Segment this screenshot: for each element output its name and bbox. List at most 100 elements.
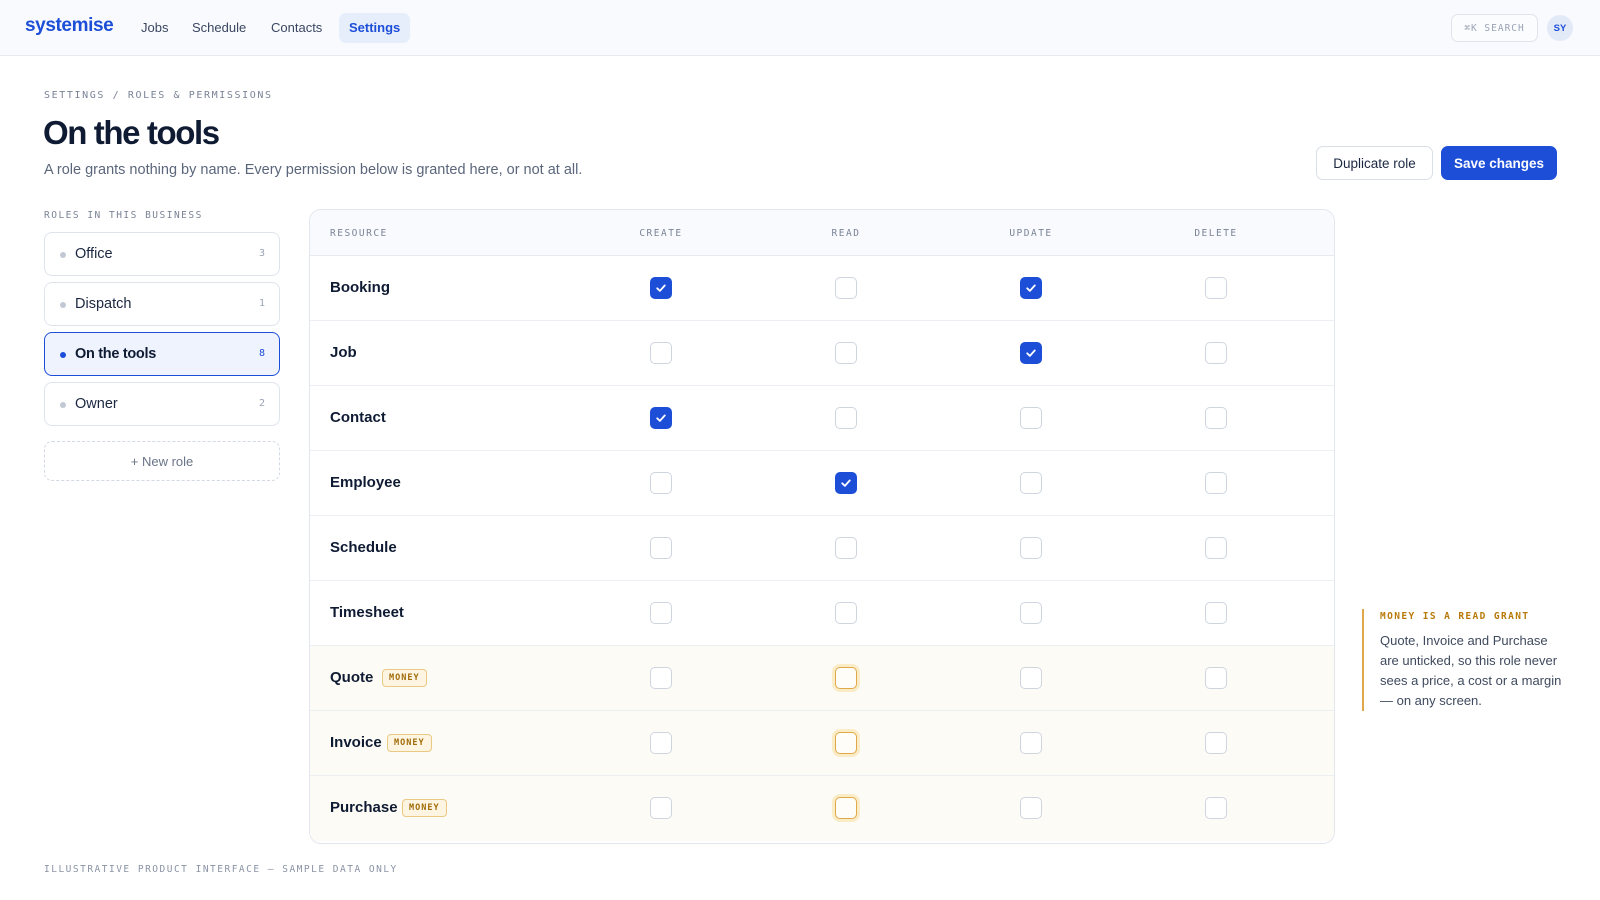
update-checkbox[interactable] xyxy=(1020,342,1042,364)
column-header-update: UPDATE xyxy=(1009,228,1053,239)
resource-name: Contact xyxy=(330,409,386,426)
delete-checkbox[interactable] xyxy=(1205,732,1227,754)
read-checkbox[interactable] xyxy=(835,472,857,494)
nav-item-contacts[interactable]: Contacts xyxy=(261,13,332,43)
resource-name: Employee xyxy=(330,474,401,491)
role-item-office[interactable]: Office 3 xyxy=(44,232,280,276)
read-checkbox[interactable] xyxy=(835,667,857,689)
create-checkbox[interactable] xyxy=(650,407,672,429)
avatar[interactable]: SY xyxy=(1547,15,1573,41)
money-badge: MONEY xyxy=(382,669,427,687)
read-checkbox[interactable] xyxy=(835,732,857,754)
role-name: Owner xyxy=(75,396,118,412)
role-member-count: 8 xyxy=(258,348,265,359)
roles-section-label: ROLES IN THIS BUSINESS xyxy=(44,210,203,221)
table-row: Employee xyxy=(310,451,1334,516)
create-checkbox[interactable] xyxy=(650,342,672,364)
create-checkbox[interactable] xyxy=(650,732,672,754)
create-checkbox[interactable] xyxy=(650,797,672,819)
table-row: Job xyxy=(310,321,1334,386)
create-checkbox[interactable] xyxy=(650,277,672,299)
money-callout: MONEY IS A READ GRANT Quote, Invoice and… xyxy=(1362,609,1562,711)
role-item-on-the-tools[interactable]: On the tools 8 xyxy=(44,332,280,376)
resource-name: Job xyxy=(330,344,357,361)
duplicate-role-button[interactable]: Duplicate role xyxy=(1316,146,1433,180)
table-row: Timesheet xyxy=(310,581,1334,646)
role-dot-icon xyxy=(60,252,66,258)
resource-name: Quote xyxy=(330,669,374,686)
resource-name: Purchase xyxy=(330,799,398,816)
page-subtitle: A role grants nothing by name. Every per… xyxy=(44,162,583,178)
role-dot-icon xyxy=(60,402,66,408)
read-checkbox[interactable] xyxy=(835,342,857,364)
role-dot-icon xyxy=(60,352,66,358)
read-checkbox[interactable] xyxy=(835,407,857,429)
role-item-dispatch[interactable]: Dispatch 1 xyxy=(44,282,280,326)
delete-checkbox[interactable] xyxy=(1205,277,1227,299)
check-icon xyxy=(1025,282,1037,294)
resource-name: Invoice xyxy=(330,734,382,751)
check-icon xyxy=(840,477,852,489)
callout-title: MONEY IS A READ GRANT xyxy=(1380,611,1530,622)
nav-item-schedule[interactable]: Schedule xyxy=(182,13,256,43)
role-member-count: 2 xyxy=(258,398,265,409)
create-checkbox[interactable] xyxy=(650,537,672,559)
role-member-count: 3 xyxy=(258,248,265,259)
role-dot-icon xyxy=(60,302,66,308)
delete-checkbox[interactable] xyxy=(1205,472,1227,494)
permissions-table: RESOURCE CREATE READ UPDATE DELETE Booki… xyxy=(309,209,1335,844)
breadcrumb: SETTINGS / ROLES & PERMISSIONS xyxy=(44,90,273,101)
delete-checkbox[interactable] xyxy=(1205,342,1227,364)
nav-item-settings[interactable]: Settings xyxy=(339,13,411,43)
brand-logo[interactable]: systemise xyxy=(25,15,114,37)
table-row: Invoice MONEY xyxy=(310,711,1334,776)
page-title: On the tools xyxy=(43,114,220,151)
create-checkbox[interactable] xyxy=(650,667,672,689)
resource-name: Booking xyxy=(330,279,390,296)
nav-item-jobs[interactable]: Jobs xyxy=(131,13,178,43)
money-badge: MONEY xyxy=(402,799,447,817)
check-icon xyxy=(1025,347,1037,359)
delete-checkbox[interactable] xyxy=(1205,667,1227,689)
update-checkbox[interactable] xyxy=(1020,472,1042,494)
column-header-resource: RESOURCE xyxy=(330,228,388,239)
resource-name: Timesheet xyxy=(330,604,404,621)
money-badge: MONEY xyxy=(387,734,432,752)
read-checkbox[interactable] xyxy=(835,797,857,819)
column-header-create: CREATE xyxy=(639,228,683,239)
update-checkbox[interactable] xyxy=(1020,797,1042,819)
update-checkbox[interactable] xyxy=(1020,277,1042,299)
update-checkbox[interactable] xyxy=(1020,602,1042,624)
create-checkbox[interactable] xyxy=(650,472,672,494)
footer-note: ILLUSTRATIVE PRODUCT INTERFACE — SAMPLE … xyxy=(44,864,398,875)
table-row: Booking xyxy=(310,256,1334,321)
update-checkbox[interactable] xyxy=(1020,407,1042,429)
update-checkbox[interactable] xyxy=(1020,537,1042,559)
delete-checkbox[interactable] xyxy=(1205,797,1227,819)
role-name: Office xyxy=(75,246,113,262)
role-name: On the tools xyxy=(75,346,156,362)
column-header-read: READ xyxy=(831,228,861,239)
table-row: Schedule xyxy=(310,516,1334,581)
new-role-button[interactable]: + New role xyxy=(44,441,280,481)
role-item-owner[interactable]: Owner 2 xyxy=(44,382,280,426)
table-row: Quote MONEY xyxy=(310,646,1334,711)
create-checkbox[interactable] xyxy=(650,602,672,624)
delete-checkbox[interactable] xyxy=(1205,602,1227,624)
read-checkbox[interactable] xyxy=(835,602,857,624)
table-row: Contact xyxy=(310,386,1334,451)
save-changes-button[interactable]: Save changes xyxy=(1441,146,1557,180)
top-nav-bar: systemise Jobs Schedule Contacts Setting… xyxy=(0,0,1600,56)
check-icon xyxy=(655,282,667,294)
update-checkbox[interactable] xyxy=(1020,732,1042,754)
read-checkbox[interactable] xyxy=(835,277,857,299)
delete-checkbox[interactable] xyxy=(1205,537,1227,559)
read-checkbox[interactable] xyxy=(835,537,857,559)
check-icon xyxy=(655,412,667,424)
search-button[interactable]: ⌘K SEARCH xyxy=(1451,14,1538,42)
role-name: Dispatch xyxy=(75,296,132,312)
delete-checkbox[interactable] xyxy=(1205,407,1227,429)
callout-body: Quote, Invoice and Purchase are unticked… xyxy=(1380,633,1562,708)
column-header-delete: DELETE xyxy=(1194,228,1238,239)
update-checkbox[interactable] xyxy=(1020,667,1042,689)
